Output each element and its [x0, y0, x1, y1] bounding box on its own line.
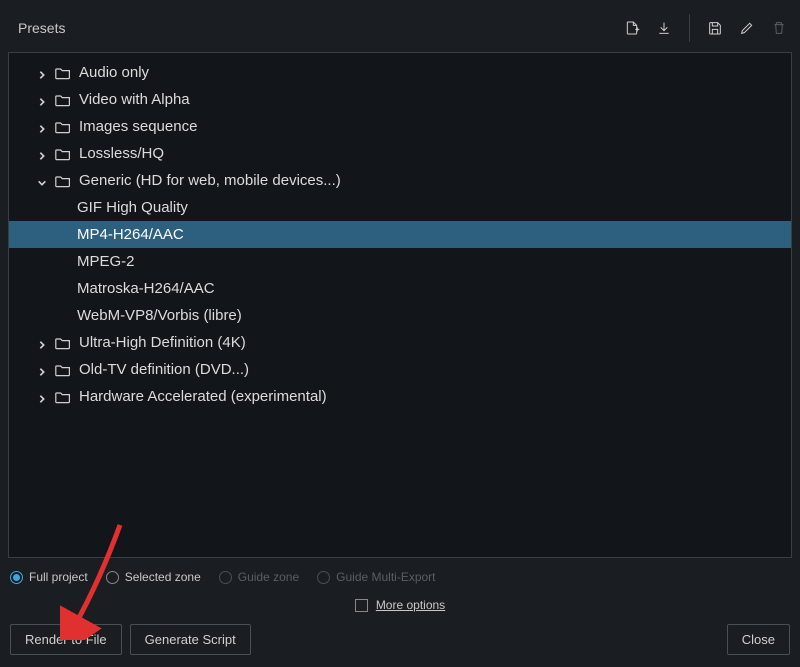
- folder-icon: [55, 390, 71, 404]
- tree-item-label: MP4-H264/AAC: [77, 226, 184, 243]
- chevron-right-icon: [37, 94, 49, 106]
- render-to-file-button[interactable]: Render to File: [10, 624, 122, 655]
- radio-guide-zone: Guide zone: [219, 570, 299, 584]
- tree-item-label: WebM-VP8/Vorbis (libre): [77, 307, 242, 324]
- more-options-label: More options: [376, 598, 445, 612]
- radio-label: Guide Multi-Export: [336, 570, 435, 584]
- header: Presets: [8, 8, 792, 52]
- save-icon[interactable]: [706, 19, 724, 37]
- tree-item-preset[interactable]: GIF High Quality: [9, 194, 791, 221]
- folder-icon: [55, 336, 71, 350]
- folder-icon: [55, 147, 71, 161]
- tree-item-preset-selected[interactable]: MP4-H264/AAC: [9, 221, 791, 248]
- radio-full-project[interactable]: Full project: [10, 570, 88, 584]
- tree-item-label: MPEG-2: [77, 253, 135, 270]
- tree-item-folder[interactable]: Video with Alpha: [9, 86, 791, 113]
- tree-item-folder[interactable]: Old-TV definition (DVD...): [9, 356, 791, 383]
- folder-icon: [55, 120, 71, 134]
- chevron-right-icon: [37, 337, 49, 349]
- radio-selected-zone[interactable]: Selected zone: [106, 570, 201, 584]
- render-scope-radios: Full project Selected zone Guide zone Gu…: [8, 566, 792, 588]
- toolbar-separator: [689, 14, 690, 42]
- edit-icon[interactable]: [738, 19, 756, 37]
- tree-item-label: Generic (HD for web, mobile devices...): [79, 172, 341, 189]
- radio-icon: [106, 571, 119, 584]
- chevron-right-icon: [37, 391, 49, 403]
- generate-script-button[interactable]: Generate Script: [130, 624, 251, 655]
- folder-icon: [55, 363, 71, 377]
- tree-item-folder[interactable]: Lossless/HQ: [9, 140, 791, 167]
- download-icon[interactable]: [655, 19, 673, 37]
- folder-icon: [55, 66, 71, 80]
- tree-item-label: Ultra-High Definition (4K): [79, 334, 246, 351]
- tree-item-folder[interactable]: Hardware Accelerated (experimental): [9, 383, 791, 410]
- chevron-right-icon: [37, 148, 49, 160]
- preset-tree: Audio only Video with Alpha Images seque…: [8, 52, 792, 558]
- tree-item-label: GIF High Quality: [77, 199, 188, 216]
- radio-label: Full project: [29, 570, 88, 584]
- tree-item-preset[interactable]: Matroska-H264/AAC: [9, 275, 791, 302]
- chevron-right-icon: [37, 67, 49, 79]
- button-row: Render to File Generate Script Close: [8, 622, 792, 659]
- trash-icon[interactable]: [770, 19, 788, 37]
- tree-item-preset[interactable]: WebM-VP8/Vorbis (libre): [9, 302, 791, 329]
- chevron-right-icon: [37, 364, 49, 376]
- tree-item-label: Hardware Accelerated (experimental): [79, 388, 327, 405]
- new-preset-icon[interactable]: [623, 19, 641, 37]
- tree-item-label: Lossless/HQ: [79, 145, 164, 162]
- panel-title: Presets: [18, 20, 65, 36]
- more-options-row[interactable]: More options: [8, 598, 792, 612]
- folder-icon: [55, 174, 71, 188]
- chevron-down-icon: [37, 175, 49, 187]
- bottom-bar: Full project Selected zone Guide zone Gu…: [8, 558, 792, 659]
- radio-icon: [317, 571, 330, 584]
- radio-icon-checked: [10, 571, 23, 584]
- tree-item-label: Old-TV definition (DVD...): [79, 361, 249, 378]
- close-button[interactable]: Close: [727, 624, 790, 655]
- tree-item-folder[interactable]: Images sequence: [9, 113, 791, 140]
- folder-icon: [55, 93, 71, 107]
- radio-label: Guide zone: [238, 570, 299, 584]
- tree-item-label: Matroska-H264/AAC: [77, 280, 215, 297]
- radio-label: Selected zone: [125, 570, 201, 584]
- tree-item-label: Video with Alpha: [79, 91, 190, 108]
- tree-item-label: Images sequence: [79, 118, 197, 135]
- tree-item-folder[interactable]: Ultra-High Definition (4K): [9, 329, 791, 356]
- radio-guide-multi-export: Guide Multi-Export: [317, 570, 435, 584]
- checkbox-icon: [355, 599, 368, 612]
- tree-item-folder[interactable]: Audio only: [9, 59, 791, 86]
- tree-item-label: Audio only: [79, 64, 149, 81]
- tree-item-preset[interactable]: MPEG-2: [9, 248, 791, 275]
- tree-item-folder-expanded[interactable]: Generic (HD for web, mobile devices...): [9, 167, 791, 194]
- toolbar: [623, 14, 788, 42]
- chevron-right-icon: [37, 121, 49, 133]
- radio-icon: [219, 571, 232, 584]
